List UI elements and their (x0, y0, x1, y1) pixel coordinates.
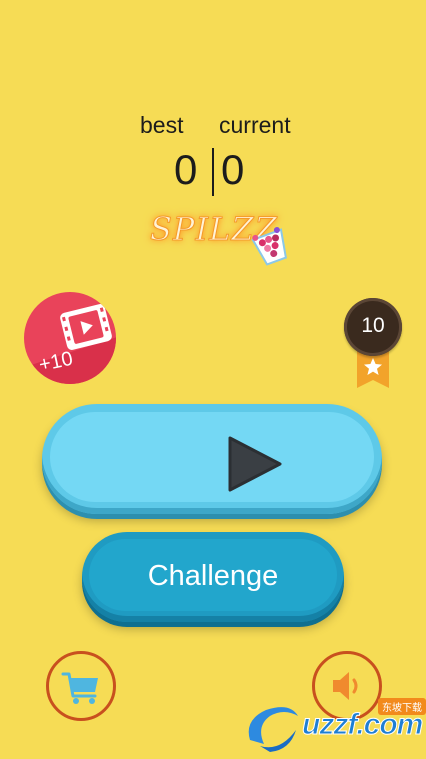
badge-medal: 10 (344, 298, 402, 356)
level-badge[interactable]: 10 (344, 298, 404, 392)
watermark-tag: 东坡下载 (378, 698, 426, 715)
best-score: 0 (174, 146, 198, 193)
best-label: best (140, 112, 184, 138)
watermark-logo-icon (248, 707, 298, 752)
watermark: uzzf.com 东坡下载 (240, 690, 426, 756)
score-labels: best current (0, 112, 426, 140)
video-play-icon (60, 304, 112, 350)
challenge-button[interactable]: Challenge (82, 532, 344, 622)
current-label: current (219, 112, 291, 138)
video-reward-button[interactable]: +10 (24, 292, 116, 384)
challenge-label: Challenge (147, 560, 279, 592)
play-button[interactable] (42, 404, 382, 514)
shopping-cart-icon (61, 672, 98, 704)
play-triangle-icon (228, 436, 282, 492)
ball-basket-icon (251, 227, 287, 266)
play-button-face (50, 412, 374, 502)
game-logo: SPILZZ (150, 208, 300, 270)
badge-value: 10 (361, 314, 385, 337)
current-score: 0 (221, 146, 245, 193)
shop-button[interactable] (46, 651, 116, 721)
score-divider (212, 148, 214, 196)
score-values: 0 0 (0, 146, 426, 198)
